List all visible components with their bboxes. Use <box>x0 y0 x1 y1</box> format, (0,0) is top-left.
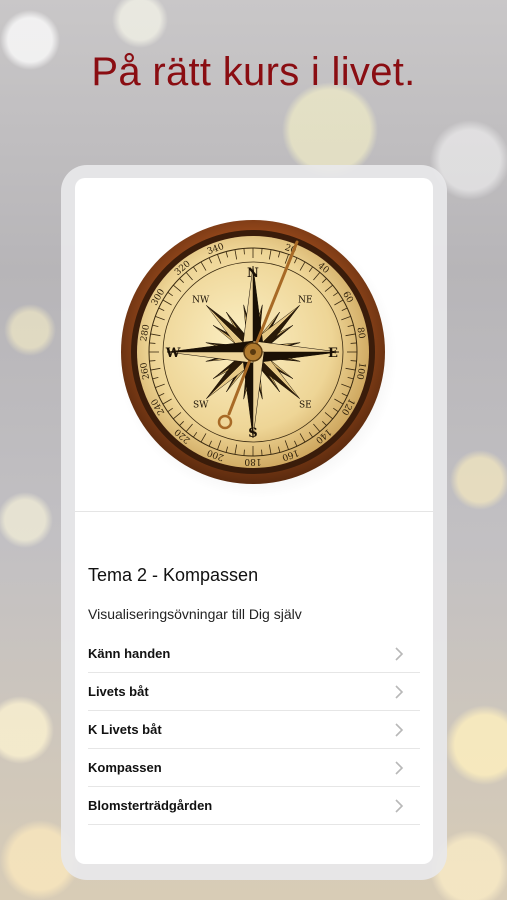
list-item-kompassen[interactable]: Kompassen <box>88 749 420 787</box>
intercardinal-label: NE <box>298 296 312 306</box>
list-item-k-livets-bat[interactable]: K Livets båt <box>88 711 420 749</box>
list-item-label: Blomsterträdgården <box>88 798 213 813</box>
degree-label: 180 <box>244 456 261 466</box>
cardinal-label: S <box>248 426 257 441</box>
cardinal-label: N <box>247 266 259 281</box>
chevron-right-icon <box>395 723 404 737</box>
list-item-label: Kompassen <box>88 760 162 775</box>
theme-card: 20 40 60 80 100 120 140 160 180 200 220 240 260 280 30… <box>75 178 433 864</box>
chevron-right-icon <box>395 647 404 661</box>
list-item-blomstertradgarden[interactable]: Blomsterträdgården <box>88 787 420 825</box>
intercardinal-label: NW <box>192 296 210 306</box>
exercise-list: Känn handen Livets båt K Livets båt Komp… <box>88 635 420 825</box>
intercardinal-label: SE <box>299 400 312 410</box>
degree-label: 80 <box>354 327 366 340</box>
card-subtitle: Visualiseringsövningar till Dig själv <box>88 606 302 622</box>
list-item-label: Livets båt <box>88 684 149 699</box>
chevron-right-icon <box>395 685 404 699</box>
cardinal-label: E <box>328 346 338 361</box>
chevron-right-icon <box>395 799 404 813</box>
list-item-label: K Livets båt <box>88 722 162 737</box>
compass-image: 20 40 60 80 100 120 140 160 180 200 220 240 260 280 30… <box>75 178 433 518</box>
card-title: Tema 2 - Kompassen <box>88 565 259 585</box>
image-divider <box>75 511 433 512</box>
compass-icon: 2040608010012014016018020022024026028030… <box>117 218 397 498</box>
chevron-right-icon <box>395 761 404 775</box>
intercardinal-label: SW <box>193 400 209 410</box>
page-headline: På rätt kurs i livet. <box>91 50 416 94</box>
list-item-livets-bat[interactable]: Livets båt <box>88 673 420 711</box>
list-item-label: Känn handen <box>88 646 171 661</box>
cardinal-label: W <box>165 346 181 361</box>
list-item-kann-handen[interactable]: Känn handen <box>88 635 420 673</box>
